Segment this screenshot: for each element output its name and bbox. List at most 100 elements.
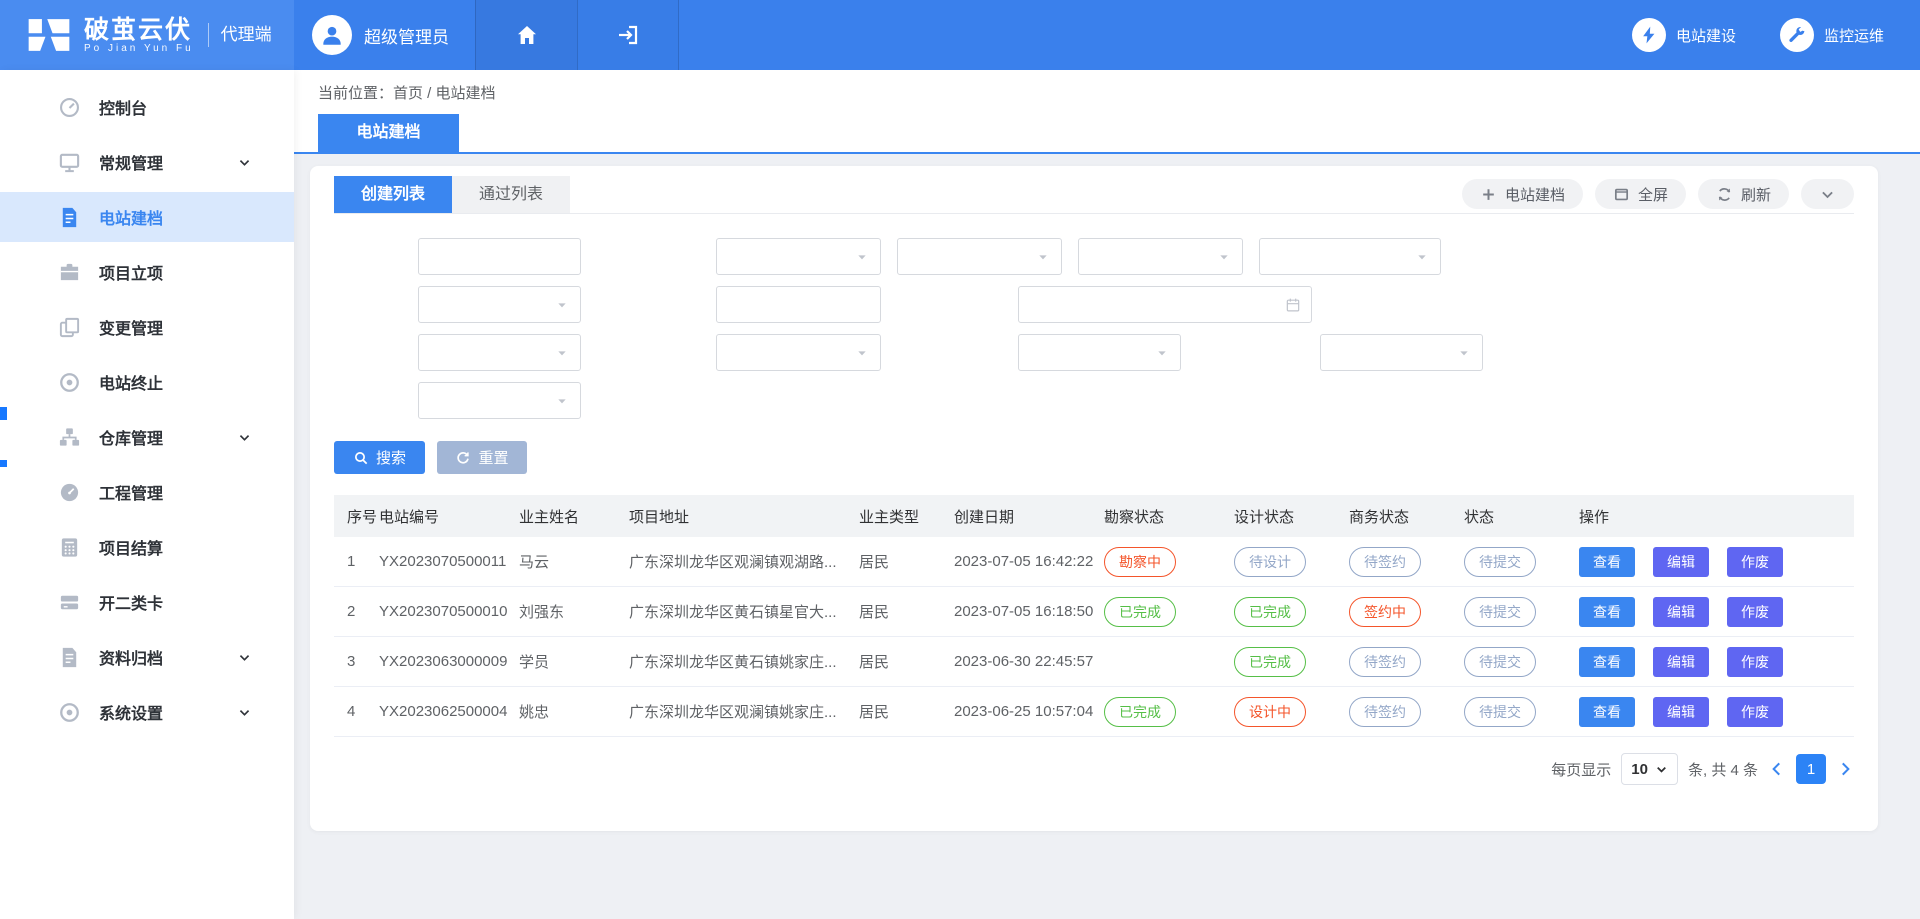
page-tab-station-archive[interactable]: 电站建档 — [318, 114, 459, 152]
cell-no: 3 — [334, 637, 379, 687]
user-section[interactable]: 超级管理员 — [294, 0, 475, 70]
content-card: 创建列表 通过列表 电站建档全屏刷新 搜索 重置 — [310, 166, 1878, 831]
void-button[interactable]: 作废 — [1727, 697, 1783, 727]
sidebar-item-label: 仓库管理 — [99, 425, 237, 449]
user-name: 超级管理员 — [364, 23, 449, 48]
status-pill: 待提交 — [1464, 597, 1536, 627]
app-title: 破茧云伏 — [84, 17, 194, 43]
filter-select[interactable] — [897, 238, 1062, 275]
page-size-select[interactable]: 10 — [1621, 753, 1678, 785]
caret-down-icon — [854, 345, 870, 361]
sidebar-item-8[interactable]: 项目结算 — [0, 522, 294, 572]
filter-text-input[interactable] — [418, 238, 581, 275]
void-button[interactable]: 作废 — [1727, 647, 1783, 677]
sidebar-item-5[interactable]: 电站终止 — [0, 357, 294, 407]
column-header: 序号 — [334, 495, 379, 537]
search-button[interactable]: 搜索 — [334, 441, 425, 474]
filter-text-input[interactable] — [716, 286, 881, 323]
cell-type: 居民 — [859, 687, 954, 737]
status-pill: 勘察中 — [1104, 547, 1176, 577]
filter-select[interactable] — [1018, 334, 1181, 371]
toolbar-button-1[interactable]: 全屏 — [1595, 179, 1686, 209]
sidebar-item-1[interactable]: 常规管理 — [0, 137, 294, 187]
pagination-prefix: 每页显示 — [1551, 759, 1611, 780]
filter-select[interactable] — [1320, 334, 1483, 371]
nav-station-build[interactable]: 电站建设 — [1632, 0, 1736, 70]
records-table: 序号电站编号业主姓名项目地址业主类型创建日期勘察状态设计状态商务状态状态操作 1… — [334, 495, 1854, 737]
toolbar-collapse-button[interactable] — [1801, 179, 1854, 209]
status-cell: 待提交 — [1464, 637, 1579, 687]
next-page-button[interactable] — [1836, 760, 1854, 778]
sidebar-item-2[interactable]: 电站建档 — [0, 192, 294, 242]
avatar[interactable] — [312, 15, 352, 55]
status-pill: 已完成 — [1234, 597, 1306, 627]
toolbar-button-0[interactable]: 电站建档 — [1462, 179, 1583, 209]
status-pill: 已完成 — [1104, 697, 1176, 727]
sidebar-item-3[interactable]: 项目立项 — [0, 247, 294, 297]
cell-code: YX2023062500004 — [379, 687, 519, 737]
filter-select[interactable] — [418, 286, 581, 323]
view-button[interactable]: 查看 — [1579, 647, 1635, 677]
column-header: 设计状态 — [1234, 495, 1349, 537]
cell-created: 2023-07-05 16:42:22 — [954, 537, 1104, 587]
filter-select[interactable] — [1078, 238, 1243, 275]
page-size-value: 10 — [1631, 761, 1648, 778]
cell-code: YX2023070500011 — [379, 537, 519, 587]
caret-down-icon — [554, 297, 570, 313]
view-button[interactable]: 查看 — [1579, 697, 1635, 727]
sidebar-item-0[interactable]: 控制台 — [0, 82, 294, 132]
edit-button[interactable]: 编辑 — [1653, 647, 1709, 677]
main-area: 当前位置： 首页 / 电站建档 电站建档 创建列表 通过列表 电站建档全屏刷新 … — [294, 70, 1920, 919]
actions-cell: 查看编辑作废 — [1579, 587, 1854, 637]
filter-group — [632, 286, 881, 323]
status-cell: 已完成 — [1234, 587, 1349, 637]
filter-row-2 — [334, 334, 1854, 371]
edit-button[interactable]: 编辑 — [1653, 697, 1709, 727]
edit-button[interactable]: 编辑 — [1653, 597, 1709, 627]
sidebar-item-11[interactable]: 系统设置 — [0, 687, 294, 737]
status-cell — [1104, 637, 1234, 687]
status-pill: 签约中 — [1349, 597, 1421, 627]
archive-icon — [58, 646, 81, 669]
status-cell: 待提交 — [1464, 687, 1579, 737]
filter-select[interactable] — [716, 238, 881, 275]
actions-cell: 查看编辑作废 — [1579, 637, 1854, 687]
tab-passed-list[interactable]: 通过列表 — [452, 176, 570, 213]
sidebar-item-6[interactable]: 仓库管理 — [0, 412, 294, 462]
filter-select[interactable] — [418, 334, 581, 371]
fullscreen-icon — [1613, 186, 1630, 203]
sidebar-item-7[interactable]: 工程管理 — [0, 467, 294, 517]
sidebar-item-10[interactable]: 资料归档 — [0, 632, 294, 682]
sidebar-item-4[interactable]: 变更管理 — [0, 302, 294, 352]
reset-button[interactable]: 重置 — [437, 441, 527, 474]
reset-icon — [455, 450, 471, 466]
breadcrumb-path[interactable]: 首页 / 电站建档 — [393, 82, 496, 103]
current-page-button[interactable]: 1 — [1796, 754, 1826, 784]
view-button[interactable]: 查看 — [1579, 597, 1635, 627]
filter-select[interactable] — [418, 382, 581, 419]
filter-date-input[interactable] — [1018, 286, 1312, 323]
sidebar-item-label: 工程管理 — [99, 480, 270, 504]
filter-select[interactable] — [1259, 238, 1441, 275]
logout-button[interactable] — [577, 0, 679, 70]
cell-created: 2023-06-25 10:57:04 — [954, 687, 1104, 737]
nav-monitor-ops[interactable]: 监控运维 — [1780, 0, 1884, 70]
prev-page-button[interactable] — [1768, 760, 1786, 778]
filter-group — [934, 334, 1181, 371]
filter-select[interactable] — [716, 334, 881, 371]
edit-button[interactable]: 编辑 — [1653, 547, 1709, 577]
status-pill: 待签约 — [1349, 697, 1421, 727]
sidebar-item-label: 控制台 — [99, 95, 270, 119]
sidebar-item-9[interactable]: 开二类卡 — [0, 577, 294, 627]
caret-down-icon — [854, 249, 870, 265]
void-button[interactable]: 作废 — [1727, 547, 1783, 577]
chevron-down-icon — [237, 430, 252, 445]
tab-create-list[interactable]: 创建列表 — [334, 176, 452, 213]
search-icon — [353, 450, 369, 466]
view-button[interactable]: 查看 — [1579, 547, 1635, 577]
home-button[interactable] — [475, 0, 577, 70]
void-button[interactable]: 作废 — [1727, 597, 1783, 627]
nav-monitor-ops-label: 监控运维 — [1824, 25, 1884, 46]
chevron-down-icon — [237, 705, 252, 720]
toolbar-button-2[interactable]: 刷新 — [1698, 179, 1789, 209]
